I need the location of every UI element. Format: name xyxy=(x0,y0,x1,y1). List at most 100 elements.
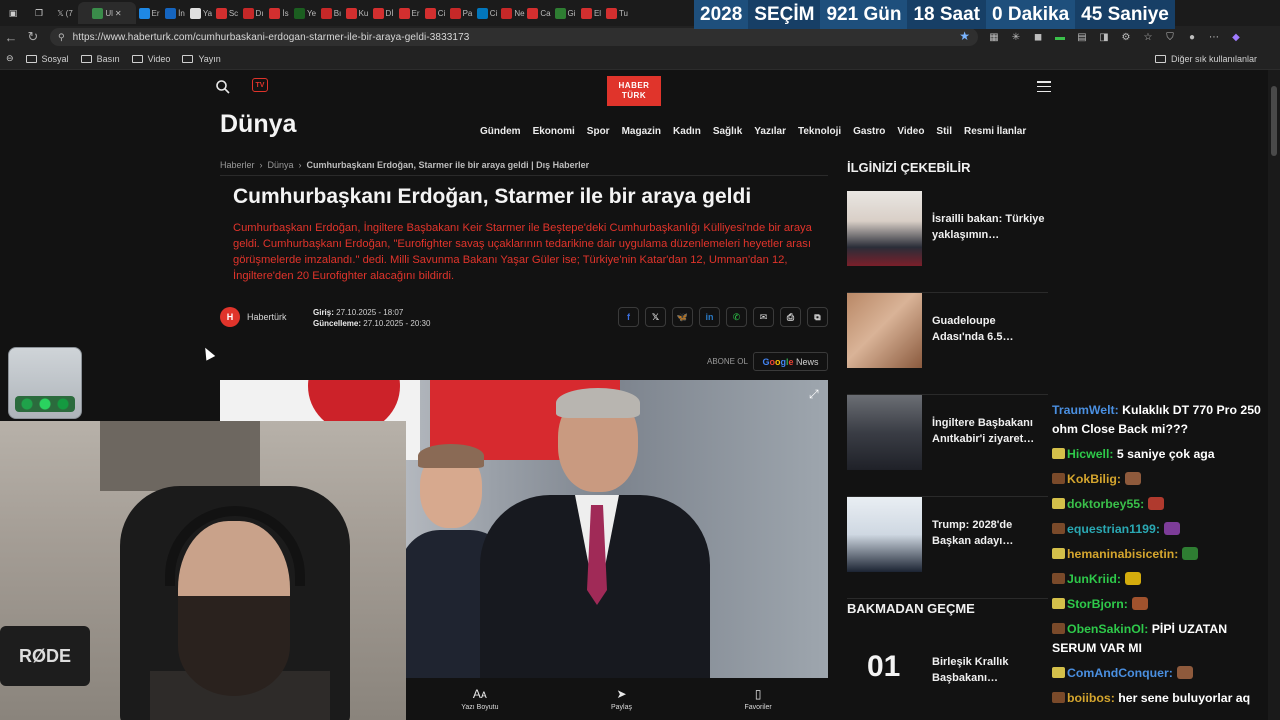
expand-icon[interactable]: ⤢ xyxy=(809,387,819,402)
nav-item[interactable]: Gündem xyxy=(480,126,521,137)
haberturk-logo[interactable]: HABER TÜRK xyxy=(607,76,661,106)
chat-username[interactable]: equestrian1199: xyxy=(1067,522,1160,536)
reload-icon[interactable]: ↻ xyxy=(22,26,44,48)
nav-item[interactable]: Gastro xyxy=(853,126,885,137)
tab-x[interactable]: 𝕏 (7 xyxy=(52,2,78,24)
tab-item[interactable]: Ne xyxy=(500,2,526,24)
font-size-button[interactable]: Aᴀ Yazı Boyutu xyxy=(461,687,498,711)
tab-item[interactable]: Ku xyxy=(344,2,370,24)
nav-item[interactable]: Resmi İlanlar xyxy=(964,126,1026,137)
page-scrollbar[interactable] xyxy=(1268,70,1280,720)
breadcrumb-item[interactable]: Haberler xyxy=(220,160,255,170)
tab-item[interactable]: Er xyxy=(136,2,162,24)
nav-item[interactable]: Yazılar xyxy=(754,126,786,137)
sidebar-news-card[interactable]: İngiltere Başbakanı Anıtkabir'i ziyaret… xyxy=(847,395,1048,497)
shield-icon[interactable]: ⛉ xyxy=(1161,29,1179,45)
copilot-icon[interactable]: ◆ xyxy=(1227,29,1245,45)
tab-item[interactable]: Bı xyxy=(318,2,344,24)
section-title[interactable]: Dünya xyxy=(220,110,296,139)
whatsapp-icon[interactable]: ✆ xyxy=(726,307,747,327)
chat-username[interactable]: ComAndConquer: xyxy=(1067,666,1173,680)
tab-item[interactable]: Gi xyxy=(552,2,578,24)
chat-username[interactable]: ObenSakinOl: xyxy=(1067,622,1148,636)
extension-icon[interactable]: ▬ xyxy=(1051,29,1069,45)
extension-icon[interactable]: ✳ xyxy=(1007,29,1025,45)
tab-item[interactable]: Dı xyxy=(240,2,266,24)
tab-item[interactable]: Tu xyxy=(604,2,630,24)
tab-item[interactable]: Pa xyxy=(448,2,474,24)
scroll-thumb[interactable] xyxy=(1271,86,1277,156)
x-icon[interactable]: 𝕏 xyxy=(645,307,666,327)
tab-item[interactable]: Ci xyxy=(474,2,500,24)
copy-link-icon[interactable]: ⧉ xyxy=(807,307,828,327)
chat-username[interactable]: Hicwell: xyxy=(1067,447,1113,461)
tv-icon[interactable]: TV xyxy=(252,78,268,92)
rank-news-title[interactable]: Birleşik Krallık Başbakanı… xyxy=(932,654,1042,686)
workspaces-icon[interactable]: ▣ xyxy=(0,2,26,24)
nav-item[interactable]: Teknoloji xyxy=(798,126,841,137)
chat-username[interactable]: TraumWelt: xyxy=(1052,403,1119,417)
profile-avatar-icon[interactable]: ● xyxy=(1183,29,1201,45)
favorite-star-icon[interactable]: ★ xyxy=(959,29,970,43)
other-bookmarks-folder[interactable]: Diğer sık kullanılanlar xyxy=(1154,54,1257,64)
extension-icon[interactable]: ▤ xyxy=(1073,29,1091,45)
chat-username[interactable]: doktorbey55: xyxy=(1067,497,1144,511)
tab-item[interactable]: Ci xyxy=(422,2,448,24)
google-news-button[interactable]: Google News xyxy=(753,352,828,371)
tab-item[interactable]: Ya xyxy=(188,2,214,24)
url-box[interactable]: ⚲ https://www.haberturk.com/cumhurbaskan… xyxy=(50,28,978,46)
facebook-icon[interactable]: f xyxy=(618,307,639,327)
extension-icon[interactable]: ◼ xyxy=(1029,29,1047,45)
tab-item[interactable]: Sc xyxy=(214,2,240,24)
tab-actions-icon[interactable]: ❐ xyxy=(26,2,52,24)
bluesky-icon[interactable]: 🦋 xyxy=(672,307,693,327)
reading-mode-icon[interactable]: ⊖ xyxy=(6,53,14,64)
nav-item[interactable]: Ekonomi xyxy=(533,126,575,137)
search-icon[interactable] xyxy=(215,79,231,95)
author-block[interactable]: H Habertürk xyxy=(220,307,287,327)
back-arrow-icon[interactable]: ← xyxy=(0,26,22,48)
chat-username[interactable]: hemaninabisicetin: xyxy=(1067,547,1178,561)
bookmark-folder-sosyal[interactable]: Sosyal xyxy=(25,54,69,64)
share-button[interactable]: ➤ Paylaş xyxy=(611,687,632,711)
nav-item[interactable]: Magazin xyxy=(622,126,661,137)
tab-item[interactable]: Ca xyxy=(526,2,552,24)
hamburger-menu-icon[interactable] xyxy=(1037,81,1051,92)
sidebar-news-card[interactable]: Trump: 2028'de Başkan adayı… xyxy=(847,497,1048,599)
nav-item[interactable]: Kadın xyxy=(673,126,701,137)
print-icon[interactable]: ⎙ xyxy=(780,307,801,327)
bookmark-folder-yayin[interactable]: Yayın xyxy=(182,54,221,64)
chat-username[interactable]: KokBilig: xyxy=(1067,472,1121,486)
extension-icon[interactable]: ◨ xyxy=(1095,29,1113,45)
tab-item[interactable]: İs xyxy=(266,2,292,24)
close-tab-icon[interactable]: ✕ xyxy=(115,9,122,18)
tab-item[interactable]: Ye xyxy=(292,2,318,24)
extension-icon[interactable]: ▦ xyxy=(985,29,1003,45)
chat-username[interactable]: JunKriid: xyxy=(1067,572,1121,586)
tab-item[interactable]: Er xyxy=(396,2,422,24)
nav-item[interactable]: Sağlık xyxy=(713,126,742,137)
favorites-button[interactable]: ▯ Favoriler xyxy=(745,687,772,711)
nav-item[interactable]: Stil xyxy=(936,126,952,137)
chat-username[interactable]: boiibos: xyxy=(1067,691,1115,705)
sidebar-news-card[interactable]: İsrailli bakan: Türkiye yaklaşımın… xyxy=(847,191,1048,293)
site-info-icon[interactable]: ⚲ xyxy=(58,32,65,43)
bookmark-folder-basin[interactable]: Basın xyxy=(80,54,120,64)
chat-username[interactable]: StorBjorn: xyxy=(1067,597,1128,611)
tab-active[interactable]: Ul ✕ xyxy=(78,2,136,24)
tab-item[interactable]: İn xyxy=(162,2,188,24)
tab-item[interactable]: El xyxy=(578,2,604,24)
sidebar-news-card[interactable]: Guadeloupe Adası'nda 6.5… xyxy=(847,293,1048,395)
bookmark-folder-video[interactable]: Video xyxy=(131,54,170,64)
extensions-puzzle-icon[interactable]: ⚙ xyxy=(1117,29,1135,45)
comment-icon[interactable]: ✉ xyxy=(753,307,774,327)
tab-item[interactable]: Dİ xyxy=(370,2,396,24)
nav-item[interactable]: Spor xyxy=(587,126,610,137)
favorites-icon[interactable]: ☆ xyxy=(1139,29,1157,45)
more-menu-icon[interactable]: ⋯ xyxy=(1205,29,1223,45)
breadcrumb-item[interactable]: Dünya xyxy=(268,160,294,170)
linkedin-icon[interactable]: in xyxy=(699,307,720,327)
chat-badge-icon xyxy=(1052,667,1065,678)
url-text[interactable]: https://www.haberturk.com/cumhurbaskani-… xyxy=(73,32,470,43)
nav-item[interactable]: Video xyxy=(897,126,924,137)
